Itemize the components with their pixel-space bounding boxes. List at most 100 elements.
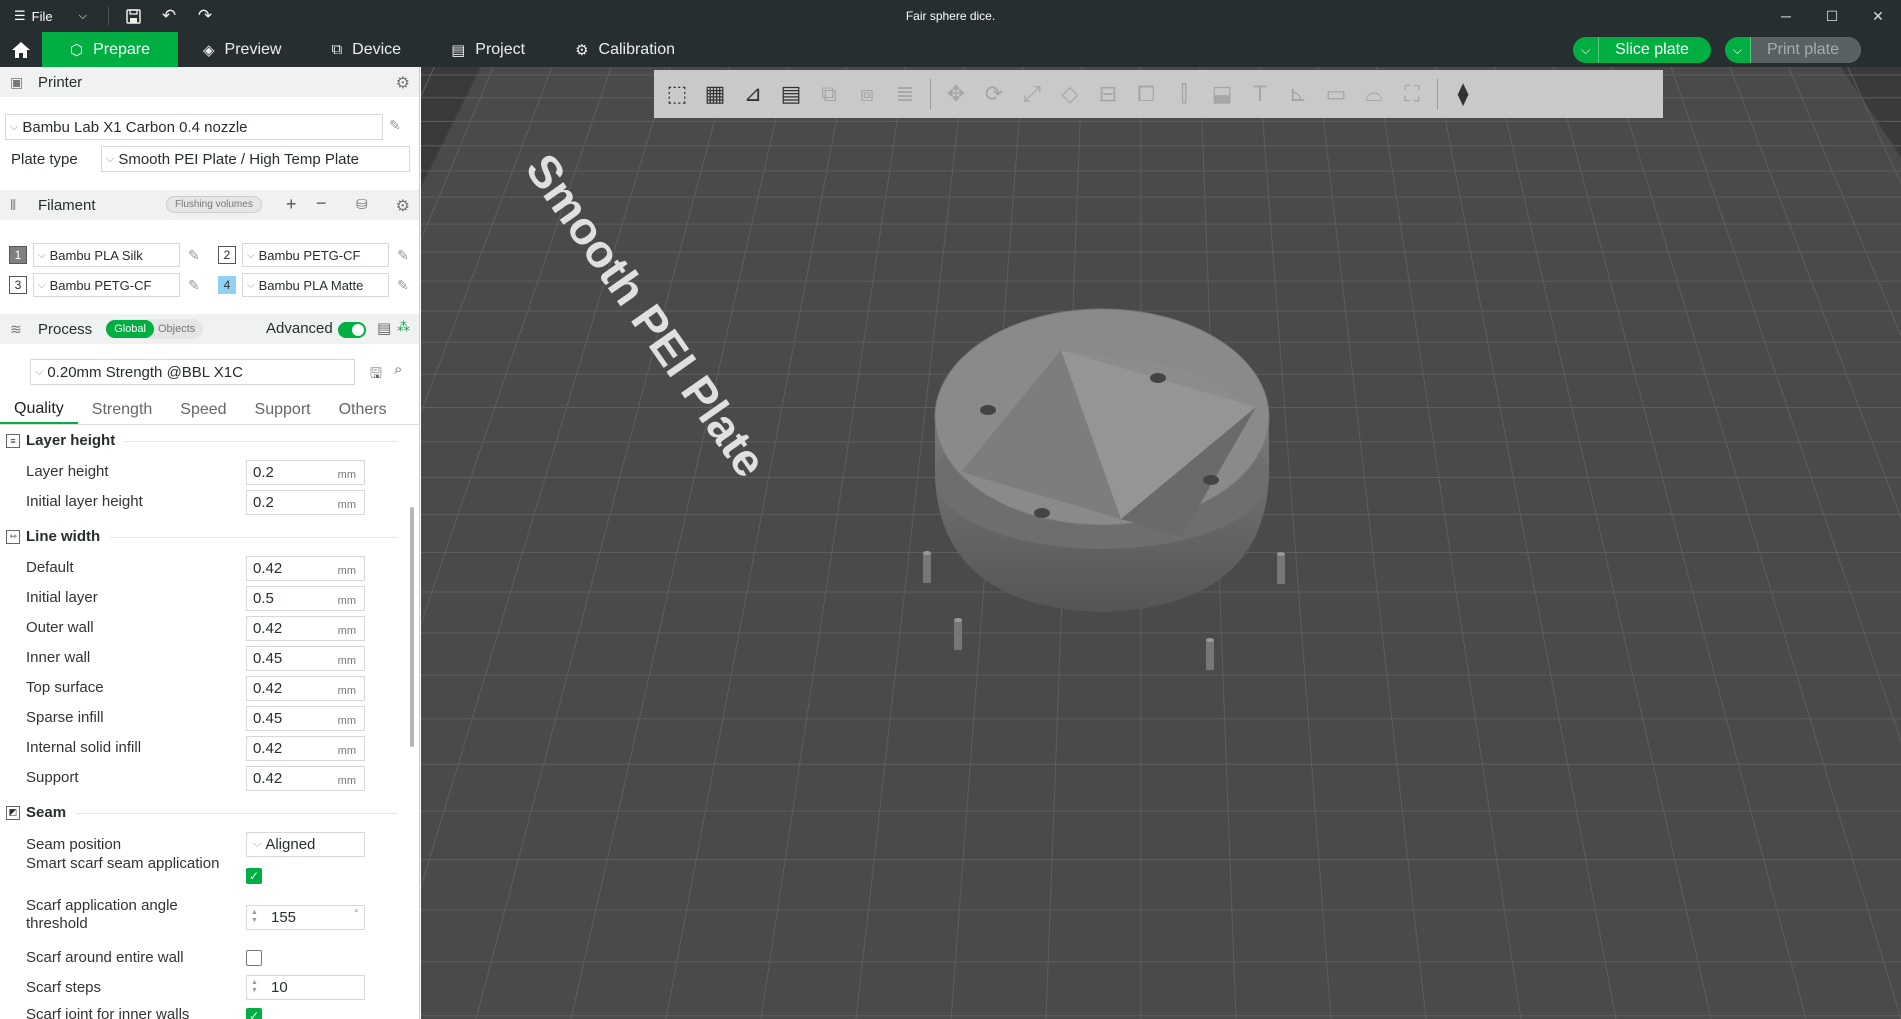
home-icon[interactable]	[0, 32, 42, 67]
tab-quality[interactable]: Quality	[0, 395, 78, 424]
3d-viewport[interactable]: Smooth PEI Plate ⬚ ▦ ⊿ ▤ ⧉ ⧈ ≣ ✥ ⟳ ⤢ ◇ ⊟…	[421, 67, 1901, 1019]
split-icon[interactable]: ⧫	[1444, 73, 1482, 115]
arrange-icon[interactable]: ▤	[772, 73, 810, 115]
line-width-initial-layer-input[interactable]: 0.5 mm	[246, 586, 365, 611]
tab-calibration[interactable]: ⚙ Calibration	[550, 32, 700, 67]
scarf-entire-wall-checkbox[interactable]	[246, 950, 262, 966]
auto-orient-icon[interactable]: ⊿	[734, 73, 772, 115]
tab-support[interactable]: Support	[241, 395, 325, 424]
seam-position-select[interactable]: ⌵ Aligned	[246, 832, 365, 857]
line-width-inner-wall-input[interactable]: 0.45 mm	[246, 646, 365, 671]
filament-slot-2[interactable]: 2 ⌵ Bambu PETG-CF ✎	[218, 243, 409, 267]
paste-icon[interactable]: ⧈	[848, 73, 886, 115]
objects-option[interactable]: Objects	[154, 320, 203, 338]
dice-model[interactable]	[934, 308, 1270, 612]
build-plate[interactable]: Smooth PEI Plate	[421, 67, 1901, 1019]
assembly-icon[interactable]: ⛶	[1393, 73, 1431, 115]
filament-select[interactable]: ⌵ Bambu PLA Silk	[33, 243, 180, 267]
layer-height-input[interactable]: 0.2 mm	[246, 460, 365, 485]
line-width-internal-solid-infill-input[interactable]: 0.42 mm	[246, 736, 365, 761]
save-preset-icon[interactable]: 🖫	[370, 363, 382, 387]
edit-icon[interactable]: ✎	[397, 247, 409, 264]
advanced-switch[interactable]	[338, 322, 366, 338]
filament-select[interactable]: ⌵ Bambu PETG-CF	[242, 243, 389, 267]
list-icon[interactable]: ▤	[377, 319, 391, 337]
add-plate-icon[interactable]: ▦	[696, 73, 734, 115]
move-icon[interactable]: ✥	[937, 73, 975, 115]
scarf-inner-walls-checkbox[interactable]: ✓	[246, 1008, 262, 1019]
support-paint-icon[interactable]: ⫿	[1165, 73, 1203, 115]
chevron-down-icon[interactable]: ⌵	[79, 10, 87, 23]
smart-scarf-checkbox[interactable]: ✓	[246, 868, 262, 884]
search-icon[interactable]: ⌕	[394, 361, 402, 378]
maximize-icon[interactable]: ☐	[1809, 0, 1855, 32]
redo-icon[interactable]: ↷	[187, 0, 223, 32]
line-width-default-label: Default	[26, 559, 74, 576]
tab-project[interactable]: ▤ Project	[426, 32, 550, 67]
tab-preview[interactable]: ◈ Preview	[178, 32, 306, 67]
scarf-angle-input[interactable]: ▲ ▼ 155 °	[246, 905, 365, 930]
tab-strength[interactable]: Strength	[78, 395, 166, 424]
rotate-icon[interactable]: ⟳	[975, 73, 1013, 115]
plate-type-select[interactable]: ⌵ Smooth PEI Plate / High Temp Plate	[101, 146, 410, 172]
undo-icon[interactable]: ↶	[151, 0, 187, 32]
chevron-down-icon[interactable]: ⌵	[1573, 37, 1600, 63]
filament-header: Filament	[38, 196, 96, 214]
line-width-sparse-infill-input[interactable]: 0.45 mm	[246, 706, 365, 731]
measure-icon[interactable]: ⊾	[1279, 73, 1317, 115]
scarf-steps-input[interactable]: ▲ ▼ 10	[246, 975, 365, 1000]
filament-slot-4[interactable]: 4 ⌵ Bambu PLA Matte ✎	[218, 273, 409, 297]
edit-icon[interactable]: ✎	[397, 277, 409, 294]
filament-select[interactable]: ⌵ Bambu PLA Matte	[242, 273, 389, 297]
scrollbar[interactable]	[410, 507, 414, 747]
fuzzy-skin-icon[interactable]: ▭	[1317, 73, 1355, 115]
spinner-arrows-icon[interactable]: ▲ ▼	[251, 909, 258, 925]
close-icon[interactable]: ✕	[1855, 0, 1901, 32]
print-plate-button[interactable]: ⌵ Print plate	[1724, 37, 1861, 63]
tab-others[interactable]: Others	[325, 395, 401, 424]
remove-icon[interactable]: −	[316, 193, 327, 214]
filament-select[interactable]: ⌵ Bambu PETG-CF	[33, 273, 180, 297]
global-objects-toggle[interactable]: Global Objects	[106, 319, 204, 339]
scale-icon[interactable]: ⤢	[1013, 73, 1051, 115]
edit-icon[interactable]: ✎	[188, 277, 200, 294]
settings-panel: ▣ Printer ⚙ ⌵ Bambu Lab X1 Carbon 0.4 no…	[0, 67, 420, 1019]
line-width-top-surface-input[interactable]: 0.42 mm	[246, 676, 365, 701]
minimize-icon[interactable]: ─	[1763, 0, 1809, 32]
tab-speed[interactable]: Speed	[166, 395, 240, 424]
gear-icon[interactable]: ⚙	[396, 196, 410, 216]
add-icon[interactable]: +	[286, 194, 297, 215]
filament-slot-3[interactable]: 3 ⌵ Bambu PETG-CF ✎	[9, 273, 200, 297]
tab-device[interactable]: ⧉ Device	[306, 32, 426, 67]
text-icon[interactable]: T	[1241, 73, 1279, 115]
add-object-icon[interactable]: ⬚	[658, 73, 696, 115]
tab-prepare[interactable]: ⬡ Prepare	[42, 32, 178, 67]
slice-plate-button[interactable]: ⌵ Slice plate	[1573, 37, 1711, 63]
boolean-icon[interactable]: ⧠	[1127, 73, 1165, 115]
copy-icon[interactable]: ⧉	[810, 73, 848, 115]
layer-height-group-title: Layer height	[26, 432, 116, 449]
compare-icon[interactable]: ⁂	[397, 319, 410, 335]
line-width-outer-wall-input[interactable]: 0.42 mm	[246, 616, 365, 641]
cut-icon[interactable]: ⊟	[1089, 73, 1127, 115]
save-icon[interactable]	[115, 0, 151, 32]
flushing-volumes-button[interactable]: Flushing volumes	[166, 196, 262, 213]
line-width-support-input[interactable]: 0.42 mm	[246, 766, 365, 791]
filament-slot-1[interactable]: 1 ⌵ Bambu PLA Silk ✎	[9, 243, 200, 267]
lay-on-face-icon[interactable]: ◇	[1051, 73, 1089, 115]
seam-paint-icon[interactable]: ⬓	[1203, 73, 1241, 115]
line-width-default-input[interactable]: 0.42 mm	[246, 556, 365, 581]
chevron-down-icon[interactable]: ⌵	[1725, 37, 1751, 63]
sync-icon[interactable]: ⛁	[356, 196, 368, 213]
spinner-arrows-icon[interactable]: ▲ ▼	[251, 979, 258, 995]
layers-icon[interactable]: ≣	[886, 73, 924, 115]
initial-layer-height-input[interactable]: 0.2 mm	[246, 490, 365, 515]
global-option[interactable]: Global	[106, 320, 154, 338]
edit-icon[interactable]: ✎	[188, 247, 200, 264]
gear-icon[interactable]: ⚙	[396, 73, 410, 93]
edit-icon[interactable]: ✎	[389, 117, 401, 134]
process-preset-select[interactable]: ⌵ 0.20mm Strength @BBL X1C	[30, 359, 355, 385]
file-menu[interactable]: ☰ File ⌵	[0, 8, 98, 24]
printer-select[interactable]: ⌵ Bambu Lab X1 Carbon 0.4 nozzle	[5, 114, 383, 140]
brim-ears-icon[interactable]: ⌓	[1355, 73, 1393, 115]
